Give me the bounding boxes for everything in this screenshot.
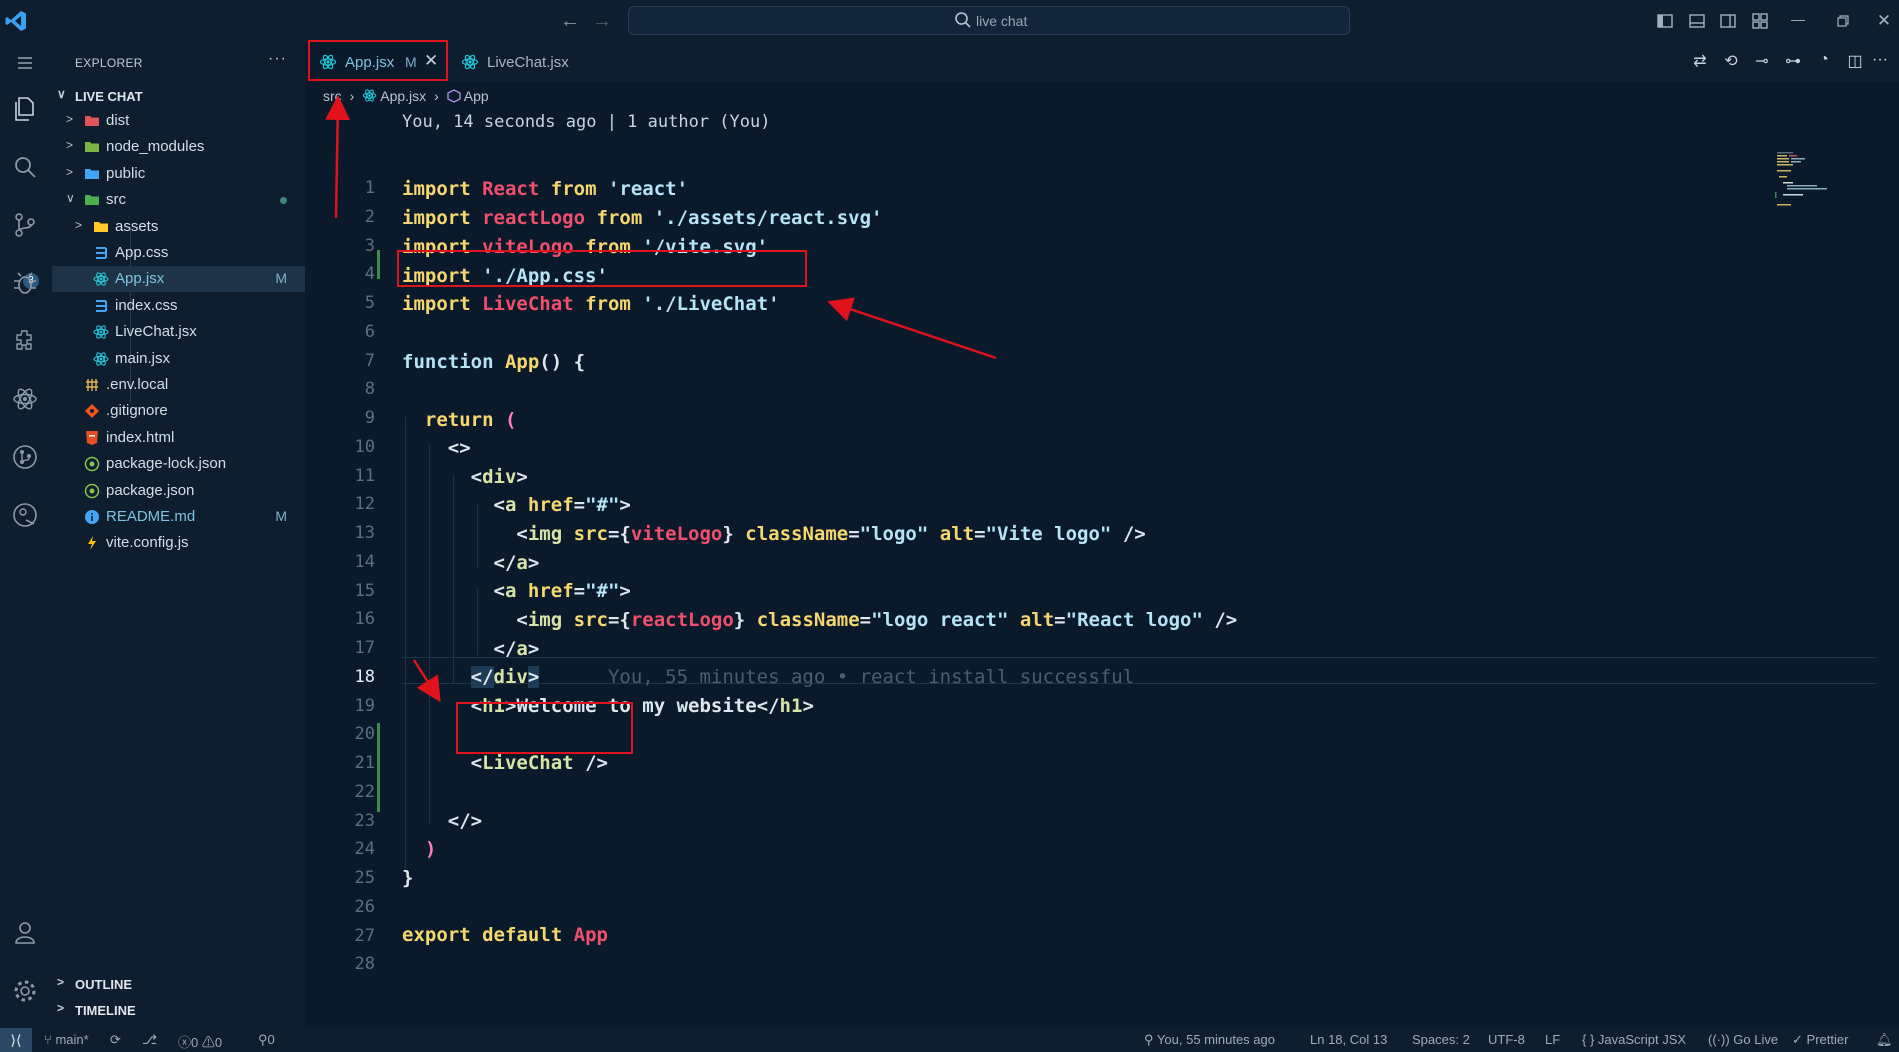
arrow-to-import: [827, 297, 997, 360]
problems-indicator[interactable]: ⓧ0 ⚠0: [178, 1032, 222, 1051]
error-count: 0: [191, 1035, 199, 1050]
arrow-to-livechat: [412, 659, 441, 703]
status-bar: ⟩⟨ ⑂ main* ⟳ ⎇ ⓧ0 ⚠0 ⚲0 ⚲ You, 55 minute…: [0, 1028, 1899, 1052]
end-of-line[interactable]: LF: [1545, 1032, 1560, 1047]
git-blame-status[interactable]: ⚲ You, 55 minutes ago: [1144, 1032, 1275, 1048]
braces-icon: { }: [1582, 1032, 1595, 1047]
warning-count: 0: [214, 1035, 223, 1050]
git-branch-icon: ⑂: [44, 1032, 52, 1047]
notifications-bell-icon[interactable]: 🔔︎: [1876, 1032, 1893, 1048]
go-live-button[interactable]: ((·)) Go Live: [1708, 1032, 1778, 1047]
annotation-arrows: [325, 95, 997, 703]
cursor-position[interactable]: Ln 18, Col 13: [1310, 1032, 1387, 1047]
ports-indicator[interactable]: ⚲0: [258, 1032, 275, 1048]
git-graph-status-icon[interactable]: ⎇: [142, 1032, 157, 1048]
language-mode[interactable]: { } JavaScript JSX: [1582, 1032, 1686, 1047]
branch-name: main*: [55, 1032, 89, 1047]
error-icon: ⓧ: [178, 1035, 192, 1050]
sync-icon[interactable]: ⟳: [110, 1032, 121, 1048]
prettier-status[interactable]: ✓ Prettier: [1792, 1032, 1848, 1048]
go-live-label: Go Live: [1733, 1032, 1779, 1047]
arrow-to-tab: [325, 95, 351, 219]
blame-text: You, 55 minutes ago: [1156, 1032, 1275, 1047]
branch-indicator[interactable]: ⑂ main*: [44, 1032, 89, 1047]
indentation[interactable]: Spaces: 2: [1412, 1032, 1470, 1047]
broadcast-icon: ((·)): [1708, 1032, 1730, 1047]
prettier-label: Prettier: [1806, 1032, 1849, 1047]
language-label: JavaScript JSX: [1597, 1032, 1687, 1047]
check-double-icon: ✓: [1792, 1032, 1803, 1047]
remote-indicator[interactable]: ⟩⟨: [0, 1028, 32, 1052]
ports-count: 0: [267, 1032, 275, 1047]
warning-icon: ⚠: [201, 1035, 215, 1050]
encoding[interactable]: UTF-8: [1488, 1032, 1525, 1047]
ports-icon: ⚲: [258, 1032, 268, 1047]
blame-icon: ⚲: [1144, 1032, 1154, 1047]
